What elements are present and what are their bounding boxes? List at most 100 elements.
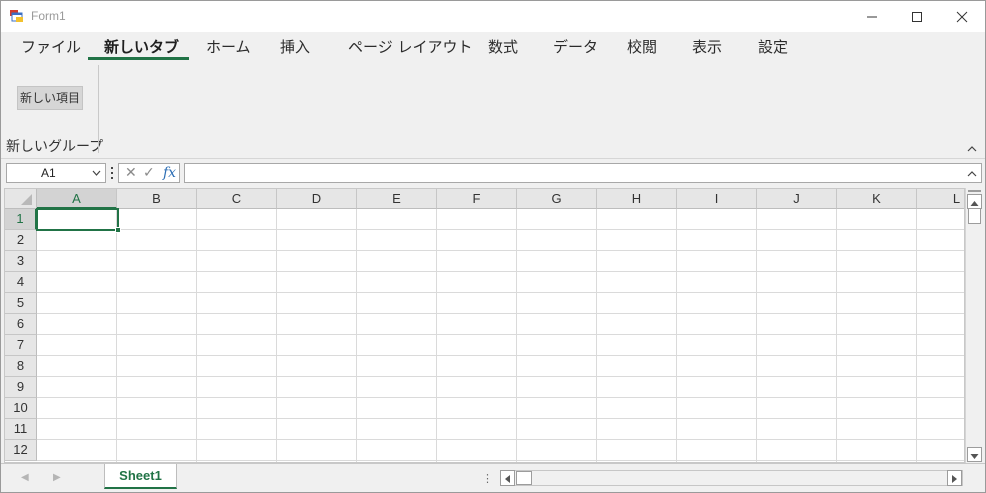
gridline — [276, 209, 277, 462]
column-header-l[interactable]: L — [917, 189, 964, 209]
name-box-value: A1 — [41, 166, 56, 180]
ribbon-panel: 新しい項目 新しいグループ — [1, 61, 985, 159]
name-box[interactable]: A1 — [6, 163, 106, 183]
gridline — [916, 209, 917, 462]
gridline — [676, 209, 677, 462]
scroll-right-button[interactable] — [947, 470, 962, 486]
row-header-5[interactable]: 5 — [5, 293, 37, 314]
row-header-10[interactable]: 10 — [5, 398, 37, 419]
formula-bar: A1 ✕ ✓ fx — [1, 160, 985, 187]
scroll-left-button[interactable] — [500, 470, 515, 486]
gridline — [516, 209, 517, 462]
enter-icon[interactable]: ✓ — [143, 165, 155, 181]
scroll-down-button[interactable] — [967, 447, 982, 462]
prev-sheet-icon[interactable]: ◀ — [21, 472, 29, 483]
gridline — [596, 209, 597, 462]
gridline — [37, 334, 964, 335]
gridline — [37, 229, 964, 230]
gridline — [756, 209, 757, 462]
tab-settings[interactable]: 設定 — [758, 36, 788, 57]
horizontal-scroll-thumb[interactable] — [516, 471, 532, 485]
sheet-tab-sheet1[interactable]: Sheet1 — [104, 464, 177, 489]
row-header-11[interactable]: 11 — [5, 419, 37, 440]
row-header-2[interactable]: 2 — [5, 230, 37, 251]
drag-handle-icon[interactable] — [110, 165, 114, 181]
tab-page-layout[interactable]: ページ レイアウト — [348, 36, 472, 57]
gridline — [37, 439, 964, 440]
column-header-b[interactable]: B — [117, 189, 197, 209]
split-grip[interactable] — [968, 190, 981, 192]
close-icon — [956, 11, 968, 23]
row-header-12[interactable]: 12 — [5, 440, 37, 461]
column-header-a[interactable]: A — [37, 189, 117, 209]
collapse-ribbon-icon[interactable] — [967, 145, 977, 153]
tab-formulas[interactable]: 数式 — [488, 36, 518, 57]
fill-handle[interactable] — [115, 227, 121, 233]
tab-data[interactable]: データ — [553, 36, 598, 57]
row-header-8[interactable]: 8 — [5, 356, 37, 377]
tab-review[interactable]: 校閲 — [627, 36, 657, 57]
tab-split-handle[interactable]: ⋮ — [482, 472, 493, 485]
window-title: Form1 — [31, 9, 66, 23]
row-header-9[interactable]: 9 — [5, 377, 37, 398]
maximize-icon — [912, 12, 922, 22]
column-header-c[interactable]: C — [197, 189, 277, 209]
column-header-k[interactable]: K — [837, 189, 917, 209]
new-item-button[interactable]: 新しい項目 — [17, 86, 83, 110]
chevron-down-icon[interactable] — [92, 170, 101, 176]
row-header-6[interactable]: 6 — [5, 314, 37, 335]
cancel-icon[interactable]: ✕ — [125, 165, 137, 181]
select-all-corner[interactable] — [5, 189, 37, 209]
ribbon-group-divider — [98, 65, 99, 153]
formula-actions: ✕ ✓ fx — [118, 163, 180, 183]
arrow-down-icon — [970, 454, 979, 459]
minimize-button[interactable] — [849, 1, 895, 32]
tab-new-tab[interactable]: 新しいタブ — [104, 36, 179, 57]
formula-input[interactable] — [184, 163, 982, 183]
row-header-3[interactable]: 3 — [5, 251, 37, 272]
active-tab-indicator — [88, 57, 189, 60]
select-all-icon — [21, 194, 32, 205]
gridline — [836, 209, 837, 462]
tab-home[interactable]: ホーム — [206, 36, 251, 57]
maximize-button[interactable] — [894, 1, 940, 32]
column-header-g[interactable]: G — [517, 189, 597, 209]
horizontal-scrollbar[interactable] — [500, 470, 963, 486]
gridline — [37, 376, 964, 377]
insert-function-icon[interactable]: fx — [163, 165, 176, 181]
column-header-f[interactable]: F — [437, 189, 517, 209]
title-bar: Form1 — [1, 1, 985, 32]
gridline — [116, 209, 117, 462]
row-header-7[interactable]: 7 — [5, 335, 37, 356]
row-header-1[interactable]: 1 — [5, 209, 37, 230]
gridline — [37, 271, 964, 272]
column-header-e[interactable]: E — [357, 189, 437, 209]
expand-formula-icon[interactable] — [967, 170, 977, 177]
active-cell-a1[interactable] — [36, 208, 119, 231]
gridline — [37, 355, 964, 356]
vertical-scroll-thumb[interactable] — [968, 208, 981, 224]
column-header-d[interactable]: D — [277, 189, 357, 209]
close-button[interactable] — [939, 1, 985, 32]
gridline — [37, 397, 964, 398]
column-header-h[interactable]: H — [597, 189, 677, 209]
next-sheet-icon[interactable]: ▶ — [53, 472, 61, 483]
tab-insert[interactable]: 挿入 — [280, 36, 310, 57]
spreadsheet-grid[interactable]: A B C D E F G H I J K L 1 2 3 4 5 6 7 8 … — [4, 188, 965, 463]
scroll-up-button[interactable] — [967, 194, 982, 209]
main-window: Form1 ファイル 新しいタブ ホーム 挿入 ページ レイアウト 数式 データ… — [0, 0, 986, 493]
row-header-4[interactable]: 4 — [5, 272, 37, 293]
gridline — [196, 209, 197, 462]
sheet-tab-bar: ◀ ▶ Sheet1 ⋮ — [1, 463, 985, 492]
tab-file[interactable]: ファイル — [21, 36, 81, 57]
gridline — [37, 292, 964, 293]
column-header-j[interactable]: J — [757, 189, 837, 209]
tab-view[interactable]: 表示 — [692, 36, 722, 57]
arrow-right-icon — [952, 475, 957, 483]
vertical-scrollbar[interactable] — [965, 188, 982, 463]
arrow-left-icon — [505, 475, 510, 483]
app-icon — [10, 10, 23, 22]
gridline — [37, 250, 964, 251]
gridline — [436, 209, 437, 462]
column-header-i[interactable]: I — [677, 189, 757, 209]
